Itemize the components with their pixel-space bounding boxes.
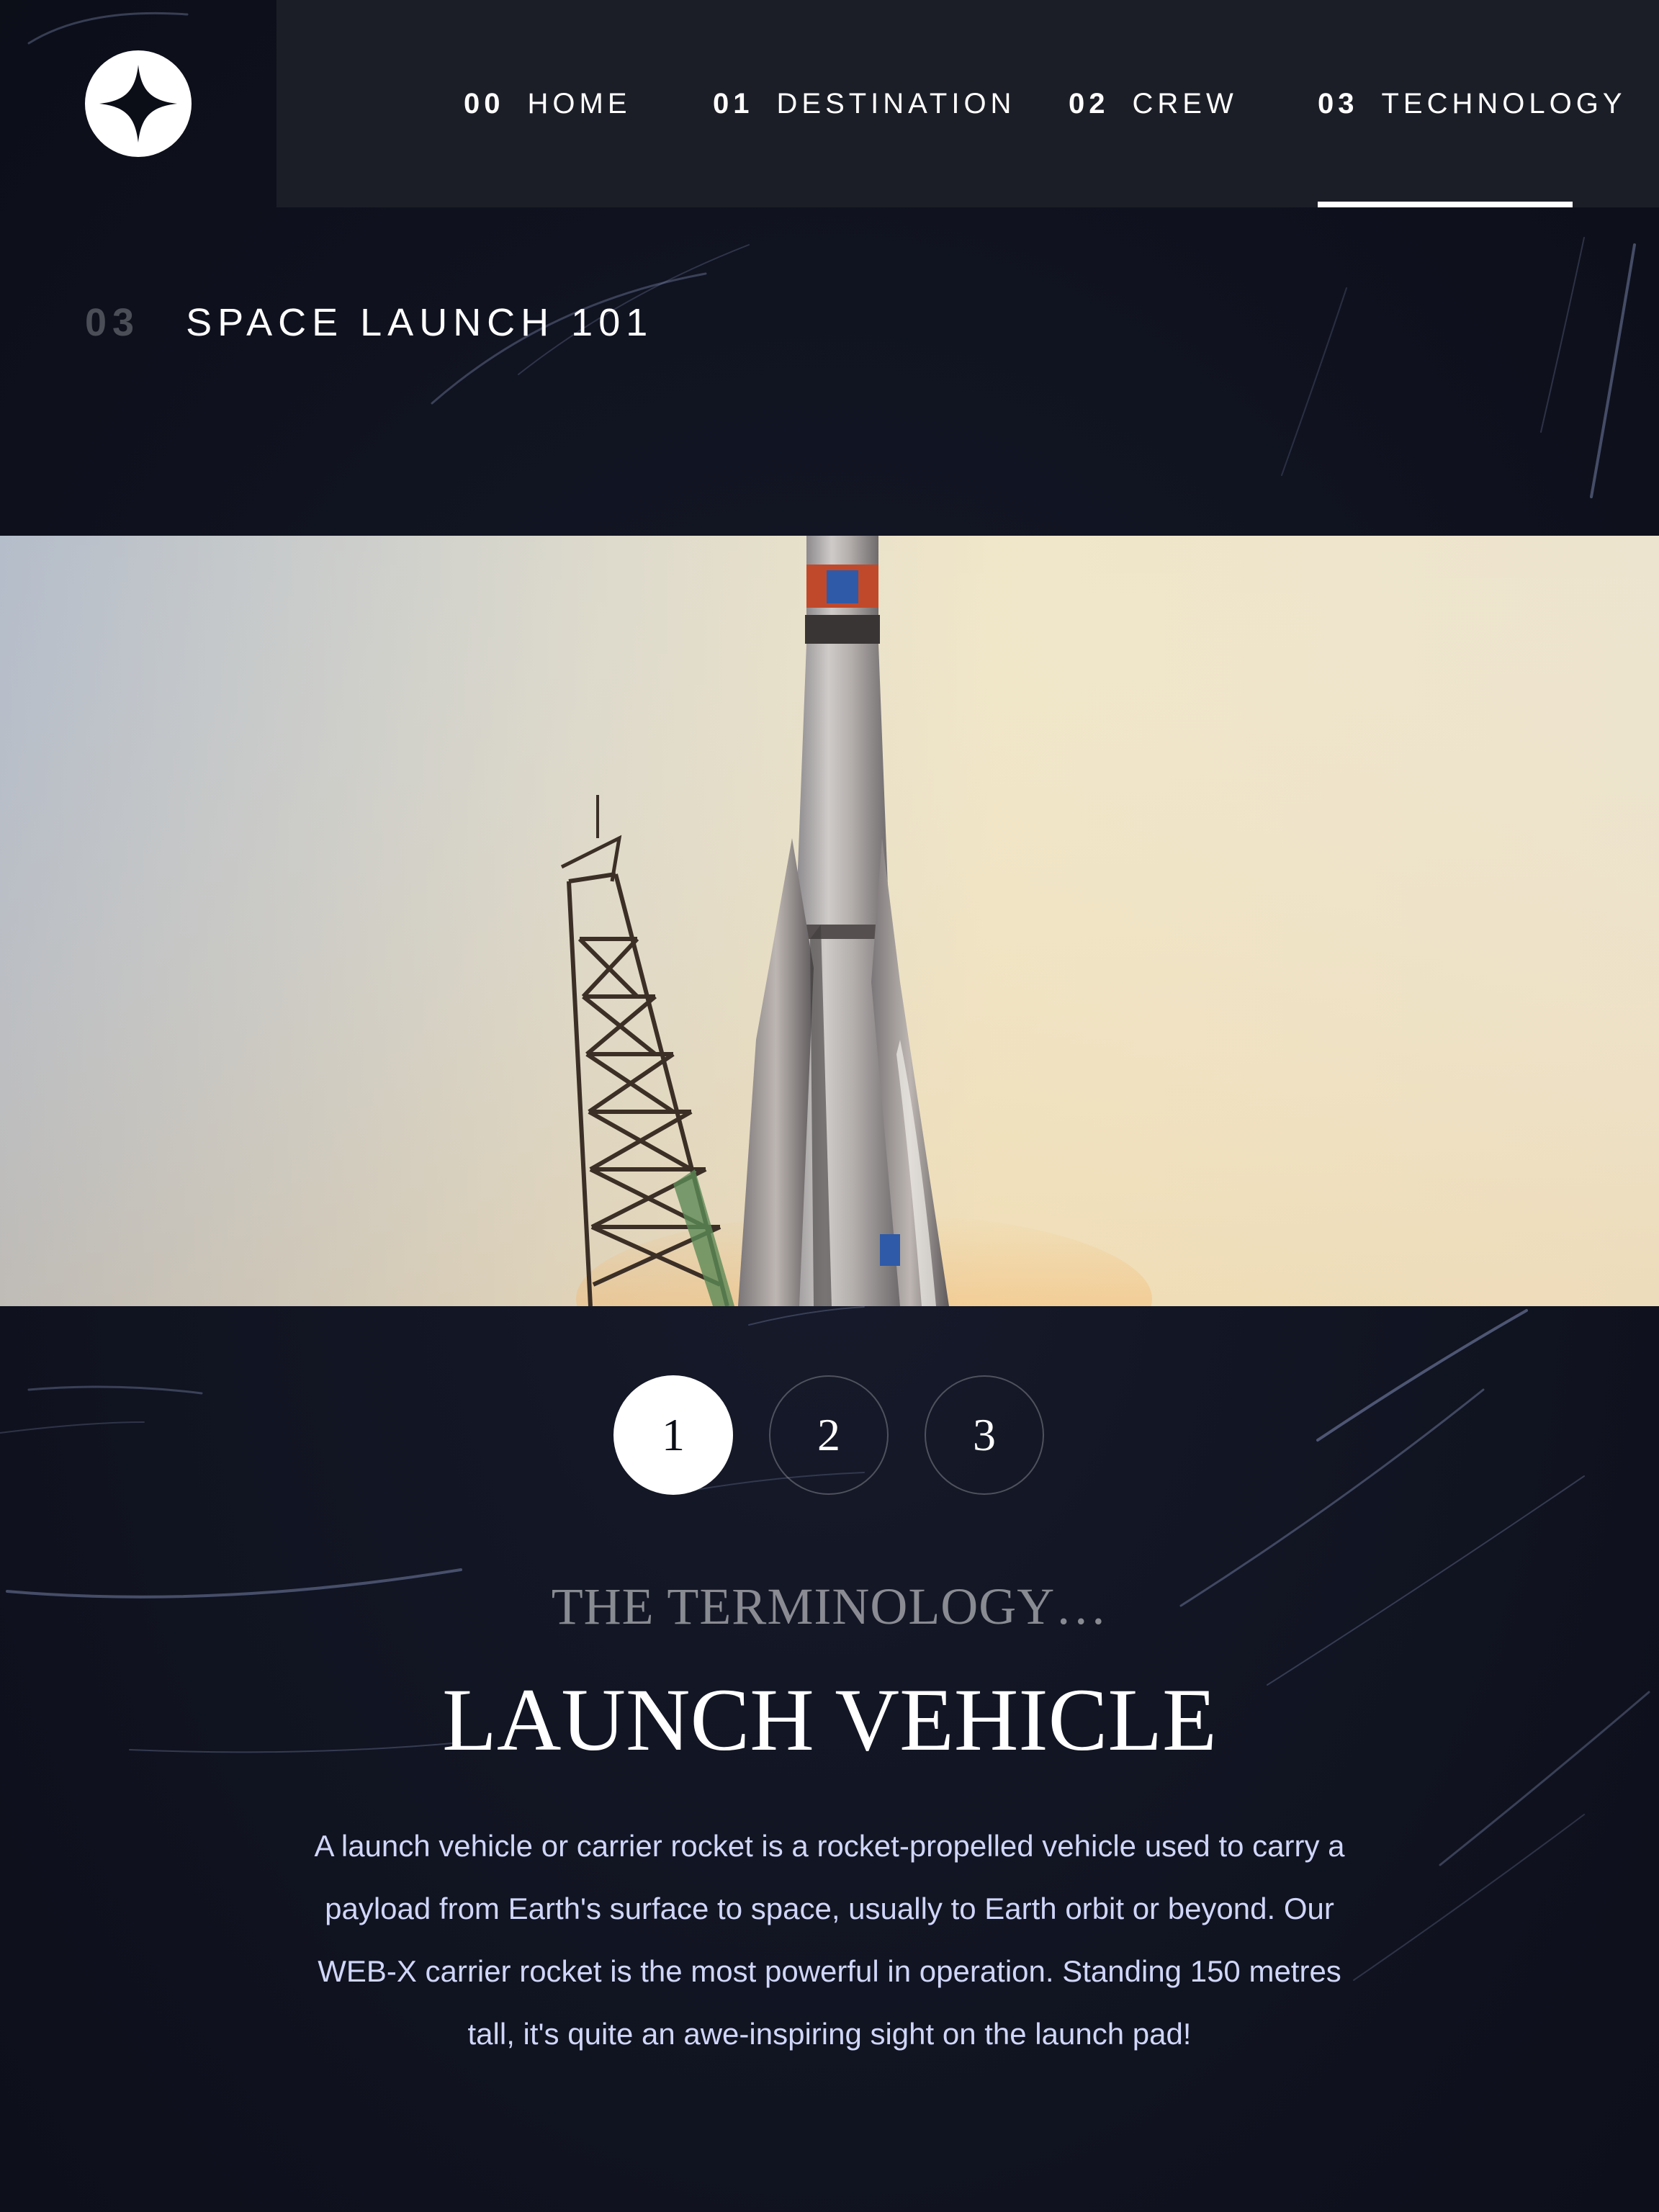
nav-item-crew[interactable]: 02 CREW [1069, 0, 1238, 207]
nav-item-number: 03 [1318, 87, 1359, 120]
nav-item-label: CREW [1132, 87, 1238, 120]
logo-area [0, 0, 276, 207]
nav-item-number: 02 [1069, 87, 1110, 120]
four-point-star-icon [99, 65, 177, 143]
page-title: 03 SPACE LAUNCH 101 [85, 294, 653, 351]
technology-description: A launch vehicle or carrier rocket is a … [314, 1829, 1345, 2051]
main-nav: 00 HOME 01 DESTINATION 02 CREW 03 TECHNO… [276, 0, 1659, 207]
pager-button-1[interactable]: 1 [613, 1375, 733, 1495]
terminology-eyebrow: THE TERMINOLOGY… [551, 1578, 1108, 1635]
active-nav-indicator [1318, 202, 1573, 207]
nav-item-label: HOME [527, 87, 631, 120]
page-title-text: SPACE LAUNCH 101 [186, 301, 654, 344]
nav-item-label: DESTINATION [776, 87, 1016, 120]
nav-item-technology[interactable]: 03 TECHNOLOGY [1318, 0, 1627, 207]
nav-item-label: TECHNOLOGY [1381, 87, 1627, 120]
page-title-number: 03 [85, 301, 140, 344]
nav-item-number: 00 [464, 87, 505, 120]
pager-button-2[interactable]: 2 [769, 1375, 889, 1495]
nav-item-number: 01 [713, 87, 754, 120]
pager-button-3[interactable]: 3 [925, 1375, 1044, 1495]
logo[interactable] [85, 50, 192, 157]
nav-item-destination[interactable]: 01 DESTINATION [713, 0, 1015, 207]
rocket-launch-image [0, 536, 1659, 1306]
slide-pager: 1 2 3 [0, 1375, 1659, 1498]
nav-item-home[interactable]: 00 HOME [464, 0, 631, 207]
technology-title: LAUNCH VEHICLE [442, 1671, 1217, 1769]
